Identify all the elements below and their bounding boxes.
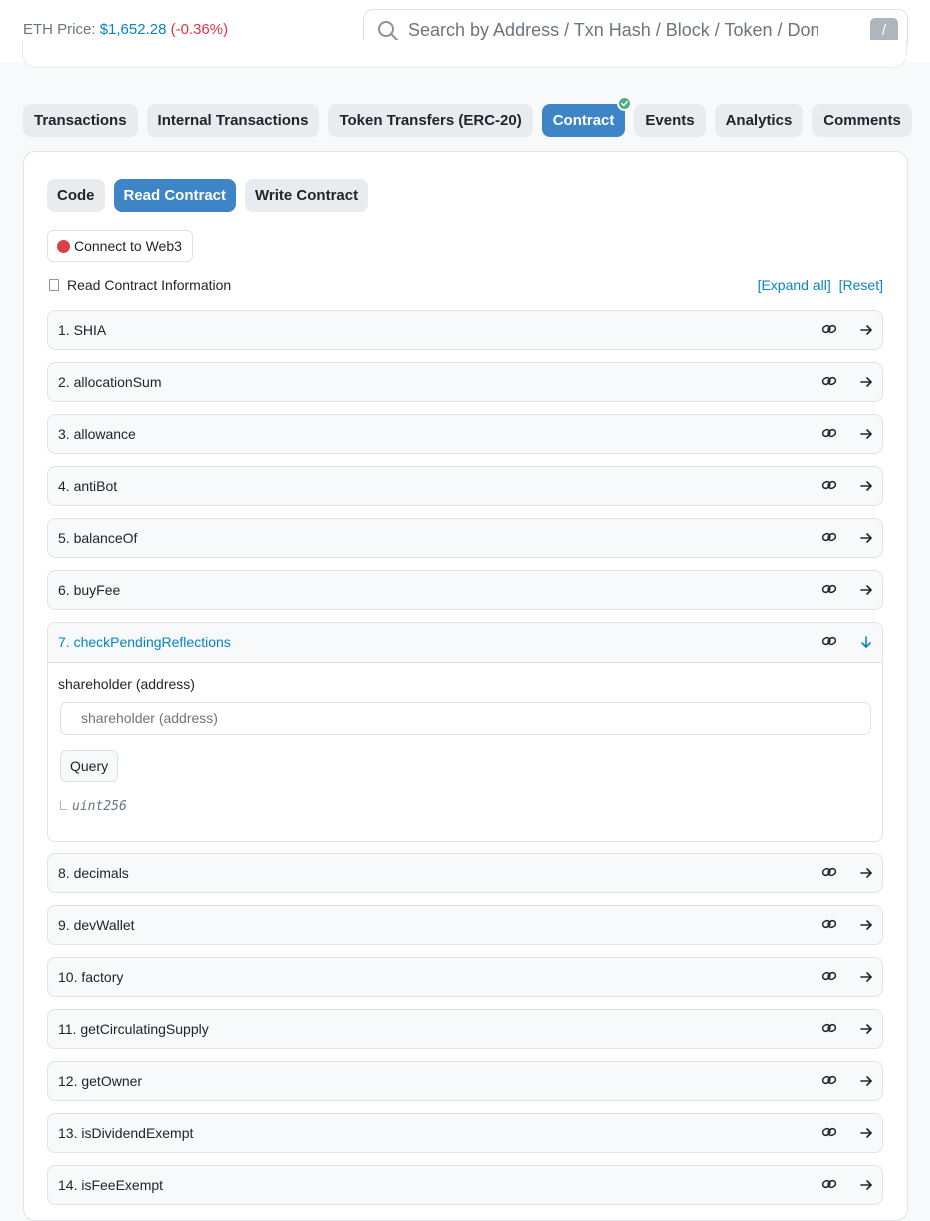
- link-icon[interactable]: [821, 864, 837, 880]
- link-icon[interactable]: [821, 1020, 837, 1036]
- document-icon: [49, 279, 59, 291]
- function-name: 10. factory: [58, 969, 124, 985]
- arrow-right-icon[interactable]: [858, 865, 874, 881]
- function-row[interactable]: 4. antiBot: [47, 466, 883, 506]
- eth-price-change: (-0.36%): [170, 21, 229, 38]
- function-row[interactable]: 10. factory: [47, 957, 883, 997]
- overview-card-bottom: [22, 40, 907, 68]
- shareholder-address-input[interactable]: shareholder (address): [60, 702, 871, 735]
- reset-link[interactable]: [Reset]: [839, 277, 883, 293]
- expand-all-link[interactable]: [Expand all]: [758, 277, 831, 293]
- link-icon[interactable]: [821, 529, 837, 545]
- return-type: uint256: [60, 799, 127, 814]
- function-name: 14. isFeeExempt: [58, 1177, 164, 1193]
- arrow-right-icon[interactable]: [858, 426, 874, 442]
- function-row-expanded[interactable]: 7. checkPendingReflections: [48, 623, 882, 663]
- arrow-right-icon[interactable]: [858, 969, 874, 985]
- function-row[interactable]: 3. allowance: [47, 414, 883, 454]
- arrow-right-icon[interactable]: [858, 917, 874, 933]
- function-name: 9. devWallet: [58, 917, 135, 933]
- function-row[interactable]: 2. allocationSum: [47, 362, 883, 402]
- search-input[interactable]: Search by Address / Txn Hash / Block / T…: [408, 20, 818, 41]
- subtab-code[interactable]: Code: [47, 179, 105, 212]
- subtab-read-contract[interactable]: Read Contract: [113, 179, 237, 212]
- function-row[interactable]: 6. buyFee: [47, 570, 883, 610]
- arrow-right-icon[interactable]: [858, 478, 874, 494]
- link-icon[interactable]: [821, 1124, 837, 1140]
- tab-analytics[interactable]: Analytics: [714, 104, 804, 137]
- link-icon[interactable]: [821, 425, 837, 441]
- function-row[interactable]: 5. balanceOf: [47, 518, 883, 558]
- arrow-right-icon[interactable]: [858, 1073, 874, 1089]
- arrow-right-icon[interactable]: [858, 374, 874, 390]
- function-name: 7. checkPendingReflections: [58, 634, 231, 650]
- param-label: shareholder (address): [58, 676, 195, 692]
- arrow-right-icon[interactable]: [858, 1125, 874, 1141]
- function-row[interactable]: 8. decimals: [47, 853, 883, 893]
- arrow-right-icon[interactable]: [858, 530, 874, 546]
- contract-subtabs: Code Read Contract Write Contract: [47, 179, 369, 212]
- arrow-right-icon[interactable]: [858, 1177, 874, 1193]
- function-row[interactable]: 1. SHIA: [47, 310, 883, 350]
- connect-web3-button[interactable]: Connect to Web3: [47, 230, 193, 262]
- tab-token-transfers[interactable]: Token Transfers (ERC-20): [328, 104, 533, 137]
- arrow-right-icon[interactable]: [858, 322, 874, 338]
- function-expanded-panel: 7. checkPendingReflections shareholder (…: [47, 622, 883, 842]
- return-type-label: uint256: [72, 799, 127, 814]
- expand-reset-links: [Expand all] [Reset]: [754, 277, 883, 293]
- eth-price-label: ETH Price:: [23, 21, 96, 38]
- eth-price: ETH Price: $1,652.28 (-0.36%): [23, 21, 228, 38]
- arrow-right-icon[interactable]: [858, 582, 874, 598]
- contract-card: Code Read Contract Write Contract Connec…: [23, 151, 908, 1221]
- tab-comments[interactable]: Comments: [812, 104, 912, 137]
- eth-price-value[interactable]: $1,652.28: [100, 21, 167, 38]
- tab-transactions[interactable]: Transactions: [23, 104, 138, 137]
- tab-contract[interactable]: Contract: [541, 96, 633, 137]
- arrow-down-icon[interactable]: [858, 634, 874, 650]
- link-icon[interactable]: [821, 581, 837, 597]
- link-icon[interactable]: [821, 968, 837, 984]
- tab-events[interactable]: Events: [634, 104, 706, 137]
- link-icon[interactable]: [821, 321, 837, 337]
- function-row[interactable]: 14. isFeeExempt: [47, 1165, 883, 1205]
- function-name: 1. SHIA: [58, 322, 107, 338]
- subtab-write-contract[interactable]: Write Contract: [245, 179, 369, 212]
- arrow-right-icon[interactable]: [858, 1021, 874, 1037]
- function-name: 4. antiBot: [58, 478, 118, 494]
- connect-web3-label: Connect to Web3: [74, 238, 182, 254]
- function-name: 2. allocationSum: [58, 374, 162, 390]
- function-row[interactable]: 12. getOwner: [47, 1061, 883, 1101]
- main-tabs: Transactions Internal Transactions Token…: [23, 96, 912, 137]
- verified-check-icon: [617, 96, 633, 111]
- function-name: 5. balanceOf: [58, 530, 138, 546]
- function-name: 11. getCirculatingSupply: [58, 1021, 209, 1037]
- link-icon[interactable]: [821, 1176, 837, 1192]
- return-corner-icon: [60, 801, 67, 810]
- read-contract-info-label: Read Contract Information: [67, 277, 232, 293]
- function-name: 12. getOwner: [58, 1073, 143, 1089]
- link-icon[interactable]: [821, 633, 837, 649]
- tab-contract-label: Contract: [552, 112, 615, 129]
- function-row[interactable]: 13. isDividendExempt: [47, 1113, 883, 1153]
- query-button[interactable]: Query: [60, 750, 119, 782]
- link-icon[interactable]: [821, 1072, 837, 1088]
- function-name: 3. allowance: [58, 426, 136, 442]
- function-name: 8. decimals: [58, 865, 129, 881]
- read-contract-info: Read Contract Information: [49, 277, 231, 293]
- disconnected-status-icon: [57, 240, 70, 253]
- function-row[interactable]: 11. getCirculatingSupply: [47, 1009, 883, 1049]
- link-icon[interactable]: [821, 916, 837, 932]
- link-icon[interactable]: [821, 373, 837, 389]
- function-name: 13. isDividendExempt: [58, 1125, 194, 1141]
- function-name: 6. buyFee: [58, 582, 121, 598]
- tab-internal-transactions[interactable]: Internal Transactions: [146, 104, 320, 137]
- link-icon[interactable]: [821, 477, 837, 493]
- function-row[interactable]: 9. devWallet: [47, 905, 883, 945]
